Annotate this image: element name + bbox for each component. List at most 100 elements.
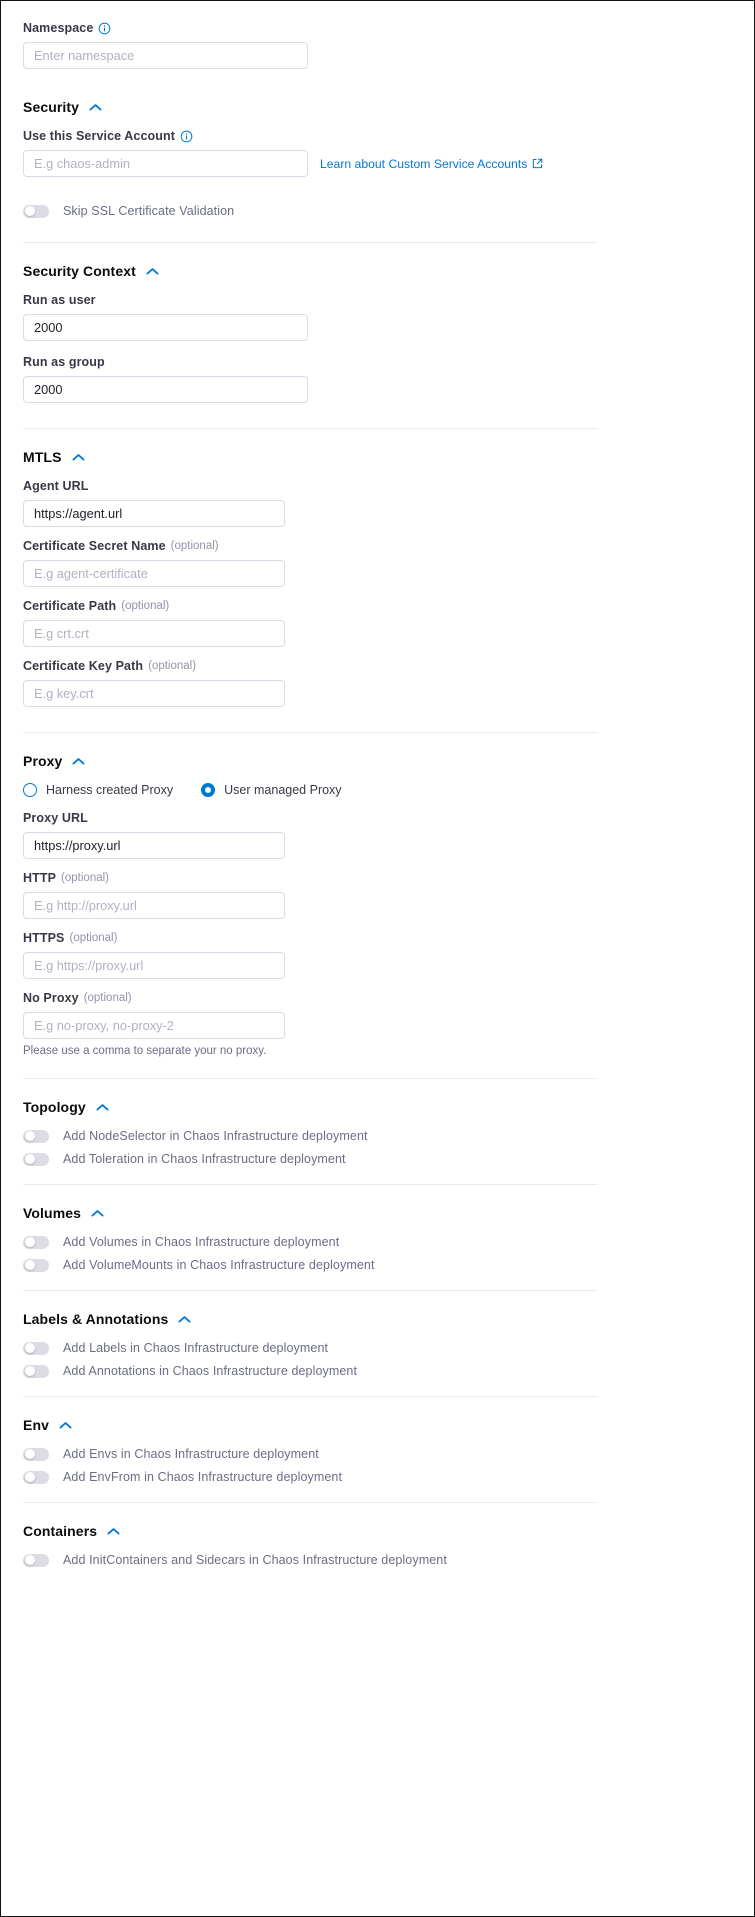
chevron-up-icon[interactable] [107,1527,120,1536]
radio-label: Harness created Proxy [46,783,174,797]
optional-tag: (optional) [69,932,118,944]
no-proxy-label: No Proxy [23,991,79,1005]
labels-toggle[interactable] [23,1341,49,1355]
chevron-up-icon[interactable] [96,1103,109,1112]
service-account-field: Use this Service Account Learn about Cus… [23,129,599,177]
section-header-mtls: MTLS [23,449,599,465]
certificate-path-field: Certificate Path (optional) [23,599,599,647]
toleration-toggle[interactable] [23,1152,49,1166]
radio-harness-created-proxy[interactable]: Harness created Proxy [23,783,173,797]
section-header-volumes: Volumes [23,1205,599,1221]
section-header-topology: Topology [23,1099,599,1115]
envs-label: Add Envs in Chaos Infrastructure deploym… [63,1447,319,1461]
proxy-url-label-row: Proxy URL [23,811,599,825]
no-proxy-helper-text: Please use a comma to separate your no p… [23,1045,267,1057]
namespace-label-row: Namespace [23,21,599,35]
security-section-title: Security [23,99,80,115]
divider [23,732,597,733]
certificate-secret-name-input[interactable] [23,560,285,587]
certificate-key-path-label-row: Certificate Key Path (optional) [23,659,599,673]
certificate-path-input[interactable] [23,620,285,647]
learn-custom-service-accounts-link[interactable]: Learn about Custom Service Accounts [320,157,543,171]
certificate-path-label-row: Certificate Path (optional) [23,599,599,613]
annotations-label: Add Annotations in Chaos Infrastructure … [63,1364,358,1378]
run-as-user-input[interactable] [23,314,308,341]
agent-url-input[interactable] [23,500,285,527]
info-icon[interactable] [180,130,193,143]
annotations-toggle[interactable] [23,1364,49,1378]
proxy-url-input[interactable] [23,832,285,859]
https-input[interactable] [23,952,285,979]
service-account-input[interactable] [23,150,308,177]
certificate-secret-name-label: Certificate Secret Name [23,539,166,553]
chevron-up-icon[interactable] [91,1209,104,1218]
no-proxy-input[interactable] [23,1012,285,1039]
https-label: HTTPS [23,931,65,945]
divider [23,1396,597,1397]
run-as-group-label-row: Run as group [23,355,599,369]
initcontainers-toggle[interactable] [23,1553,49,1567]
volumes-label: Add Volumes in Chaos Infrastructure depl… [63,1235,340,1249]
certificate-key-path-field: Certificate Key Path (optional) [23,659,599,707]
chevron-up-icon[interactable] [59,1421,72,1430]
skip-ssl-label: Skip SSL Certificate Validation [63,204,235,218]
run-as-user-label-row: Run as user [23,293,599,307]
certificate-secret-name-label-row: Certificate Secret Name (optional) [23,539,599,553]
nodeselector-toggle[interactable] [23,1129,49,1143]
chevron-up-icon[interactable] [89,103,102,112]
agent-url-label-row: Agent URL [23,479,599,493]
chaos-infrastructure-config-form: Namespace Security Use this Service Acco… [0,0,755,1917]
section-header-containers: Containers [23,1523,599,1539]
run-as-group-input[interactable] [23,376,308,403]
optional-tag: (optional) [61,872,109,884]
toggle-row-initcontainers: Add InitContainers and Sidecars in Chaos… [23,1553,599,1567]
divider [23,1502,597,1503]
volumes-toggle[interactable] [23,1235,49,1249]
chevron-up-icon[interactable] [178,1315,191,1324]
envfrom-toggle[interactable] [23,1470,49,1484]
agent-url-field: Agent URL [23,479,599,527]
optional-tag: (optional) [121,600,170,612]
divider [23,242,597,243]
initcontainers-label: Add InitContainers and Sidecars in Chaos… [63,1553,447,1567]
divider [23,1290,597,1291]
divider [23,1078,597,1079]
service-account-label: Use this Service Account [23,129,175,143]
chevron-up-icon[interactable] [72,757,85,766]
proxy-url-field: Proxy URL [23,811,599,859]
volumemounts-toggle[interactable] [23,1258,49,1272]
toleration-label: Add Toleration in Chaos Infrastructure d… [63,1152,346,1166]
containers-section-title: Containers [23,1523,98,1539]
run-as-group-label: Run as group [23,355,105,369]
chevron-up-icon[interactable] [72,453,85,462]
skip-ssl-toggle[interactable] [23,204,49,218]
mtls-section-title: MTLS [23,449,62,465]
section-header-security-context: Security Context [23,263,599,279]
http-input[interactable] [23,892,285,919]
radio-user-managed-proxy[interactable]: User managed Proxy [201,783,342,797]
info-icon[interactable] [98,22,111,35]
chevron-up-icon[interactable] [146,267,159,276]
toggle-row-toleration: Add Toleration in Chaos Infrastructure d… [23,1152,599,1166]
labels-annotations-section-title: Labels & Annotations [23,1311,169,1327]
link-label: Learn about Custom Service Accounts [320,156,528,171]
agent-url-label: Agent URL [23,479,89,493]
service-account-label-row: Use this Service Account [23,129,599,143]
namespace-input[interactable] [23,42,308,69]
optional-tag: (optional) [170,540,219,552]
toggle-row-volumes: Add Volumes in Chaos Infrastructure depl… [23,1235,599,1249]
external-link-icon [532,158,543,169]
volumes-section-title: Volumes [23,1205,82,1221]
http-label: HTTP [23,871,57,885]
certificate-key-path-input[interactable] [23,680,285,707]
toggle-row-nodeselector: Add NodeSelector in Chaos Infrastructure… [23,1129,599,1143]
certificate-secret-name-field: Certificate Secret Name (optional) [23,539,599,587]
toggle-row-annotations: Add Annotations in Chaos Infrastructure … [23,1364,599,1378]
proxy-section-title: Proxy [23,753,63,769]
https-field: HTTPS (optional) [23,931,599,979]
toggle-row-volumemounts: Add VolumeMounts in Chaos Infrastructure… [23,1258,599,1272]
proxy-type-radio-group: Harness created Proxy User managed Proxy [23,783,599,797]
envs-toggle[interactable] [23,1447,49,1461]
